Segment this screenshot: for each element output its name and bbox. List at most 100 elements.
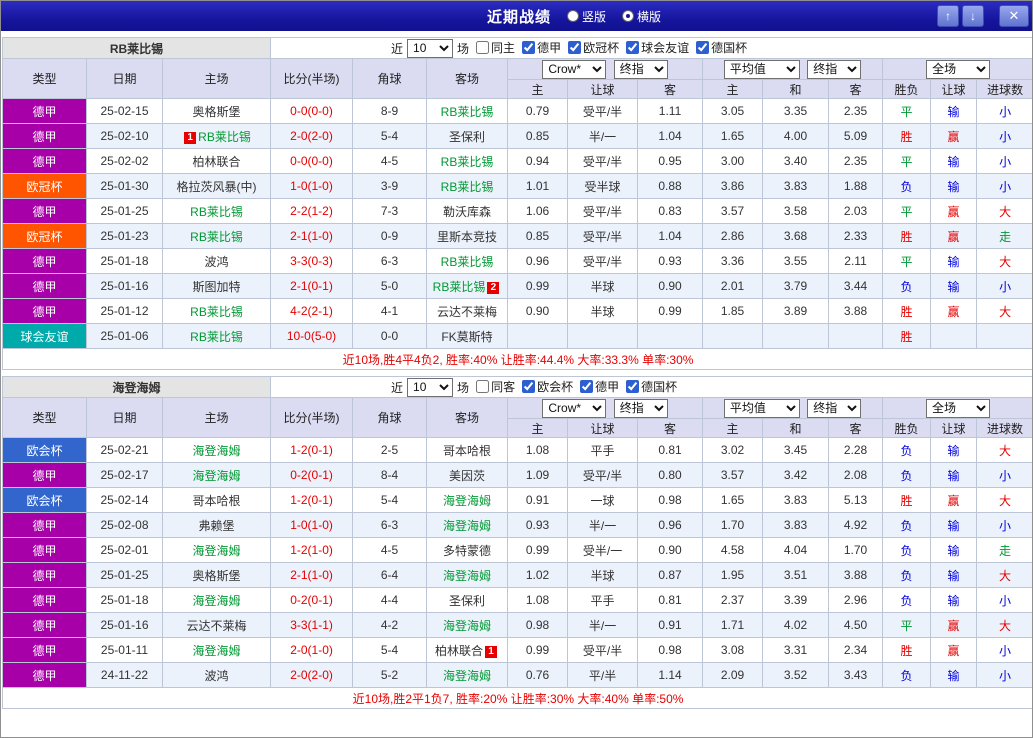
- team-label: 海登海姆: [443, 619, 491, 633]
- handicap-cell: 平手: [568, 438, 638, 463]
- avg-away-cell: 2.96: [829, 588, 883, 613]
- avg-home-cell: 3.05: [703, 99, 763, 124]
- away-odds-cell: 0.98: [638, 488, 703, 513]
- filter-checkbox[interactable]: [476, 41, 489, 54]
- avg-away-cell: 2.33: [829, 224, 883, 249]
- team-label: 哥本哈根: [193, 494, 241, 508]
- average-dropdown-cell: 平均值 终指: [703, 59, 883, 80]
- filter-checkbox[interactable]: [522, 380, 535, 393]
- filter-option[interactable]: 欧冠杯: [568, 39, 619, 56]
- team-label: 云达不莱梅: [437, 305, 497, 319]
- handicap-result-cell: 输: [931, 563, 977, 588]
- goals-result-cell: 大: [977, 563, 1033, 588]
- filter-option[interactable]: 德国杯: [626, 378, 677, 395]
- handicap-cell: 半球: [568, 563, 638, 588]
- avg-home-cell: 3.08: [703, 638, 763, 663]
- match-result-cell: 平: [883, 199, 931, 224]
- filter-checkbox[interactable]: [580, 380, 593, 393]
- team-label: RB莱比锡: [441, 105, 494, 119]
- filter-checkbox[interactable]: [626, 380, 639, 393]
- score-cell: 10-0(5-0): [271, 324, 353, 349]
- filter-option[interactable]: 德国杯: [696, 39, 747, 56]
- team-label: RB莱比锡: [441, 180, 494, 194]
- avg-draw-cell: 3.83: [763, 488, 829, 513]
- avg-draw-cell: 3.35: [763, 99, 829, 124]
- filter-checkbox-label: 德甲: [595, 378, 619, 395]
- filter-option[interactable]: 欧会杯: [522, 378, 573, 395]
- score-cell: 0-0(0-0): [271, 99, 353, 124]
- match-result-cell: 胜: [883, 299, 931, 324]
- home-odds-cell: 0.85: [508, 224, 568, 249]
- handicap-result-cell: 输: [931, 99, 977, 124]
- filter-checkbox-label: 欧冠杯: [583, 39, 619, 56]
- match-row: 德甲25-01-12RB莱比锡4-2(2-1)4-1云达不莱梅0.90半球0.9…: [3, 299, 1033, 324]
- avg-draw-cell: 3.68: [763, 224, 829, 249]
- odds-kind-select[interactable]: 终指: [614, 60, 668, 79]
- handicap-cell: 平手: [568, 588, 638, 613]
- home-team-cell: RB莱比锡: [163, 299, 271, 324]
- avg-kind-select[interactable]: 终指: [807, 399, 861, 418]
- away-odds-cell: 0.81: [638, 588, 703, 613]
- team-name: RB莱比锡: [3, 38, 271, 59]
- scope-select[interactable]: 全场: [926, 399, 990, 418]
- filter-checkbox[interactable]: [696, 41, 709, 54]
- odds-company-select[interactable]: Crow*: [542, 399, 606, 418]
- rows-body: 欧会杯25-02-21海登海姆1-2(0-1)2-5哥本哈根1.08平手0.81…: [3, 438, 1033, 688]
- away-team-cell: RB莱比锡: [427, 249, 508, 274]
- avg-draw-cell: 3.39: [763, 588, 829, 613]
- avg-draw-cell: 3.40: [763, 149, 829, 174]
- goals-result-cell: 大: [977, 613, 1033, 638]
- avg-away-cell: 2.11: [829, 249, 883, 274]
- avg-select[interactable]: 平均值: [724, 399, 800, 418]
- match-row: 德甲25-02-02柏林联合0-0(0-0)4-5RB莱比锡0.94受平/半0.…: [3, 149, 1033, 174]
- team-label: 波鸿: [205, 669, 229, 683]
- filter-checkbox[interactable]: [522, 41, 535, 54]
- avg-draw-cell: 3.42: [763, 463, 829, 488]
- home-odds-cell: 0.79: [508, 99, 568, 124]
- avg-away-cell: 3.88: [829, 563, 883, 588]
- scope-select[interactable]: 全场: [926, 60, 990, 79]
- filter-row: 海登海姆 近 10 场 同客欧会杯德甲德国杯: [3, 377, 1033, 398]
- move-up-button[interactable]: ↑: [937, 5, 959, 27]
- handicap-cell: 受平/半: [568, 249, 638, 274]
- filter-checkbox[interactable]: [568, 41, 581, 54]
- home-odds-cell: 0.96: [508, 249, 568, 274]
- match-result-cell: 胜: [883, 224, 931, 249]
- filter-option[interactable]: 同客: [476, 378, 515, 395]
- home-odds-cell: 1.08: [508, 438, 568, 463]
- filter-checkbox[interactable]: [626, 41, 639, 54]
- avg-home-cell: 2.86: [703, 224, 763, 249]
- filter-option[interactable]: 德甲: [580, 378, 619, 395]
- team-label: 多特蒙德: [443, 544, 491, 558]
- team-label: FK莫斯特: [441, 330, 492, 344]
- avg-home-cell: 1.70: [703, 513, 763, 538]
- date-cell: 25-02-21: [87, 438, 163, 463]
- sub-col-header: 胜负: [883, 80, 931, 99]
- away-odds-cell: 0.88: [638, 174, 703, 199]
- move-down-button[interactable]: ↓: [962, 5, 984, 27]
- avg-home-cell: [703, 324, 763, 349]
- away-team-cell: 柏林联合1: [427, 638, 508, 663]
- avg-home-cell: 1.71: [703, 613, 763, 638]
- filter-checkbox[interactable]: [476, 380, 489, 393]
- match-count-select[interactable]: 10: [407, 378, 453, 397]
- filter-option[interactable]: 德甲: [522, 39, 561, 56]
- filter-option[interactable]: 球会友谊: [626, 39, 689, 56]
- layout-radio-horizontal[interactable]: 横版: [622, 8, 661, 25]
- close-button[interactable]: ✕: [999, 5, 1029, 27]
- avg-home-cell: 1.95: [703, 563, 763, 588]
- score-cell: 2-1(0-1): [271, 274, 353, 299]
- avg-kind-select[interactable]: 终指: [807, 60, 861, 79]
- team-label: RB莱比锡: [441, 155, 494, 169]
- goals-result-cell: 小: [977, 274, 1033, 299]
- team-label: 海登海姆: [193, 644, 241, 658]
- layout-radio-vertical[interactable]: 竖版: [567, 8, 606, 25]
- filter-option[interactable]: 同主: [476, 39, 515, 56]
- score-cell: 4-2(2-1): [271, 299, 353, 324]
- odds-kind-select[interactable]: 终指: [614, 399, 668, 418]
- match-count-select[interactable]: 10: [407, 39, 453, 58]
- avg-select[interactable]: 平均值: [724, 60, 800, 79]
- sub-col-header: 和: [763, 419, 829, 438]
- team-label: 格拉茨风暴(中): [177, 180, 257, 194]
- odds-company-select[interactable]: Crow*: [542, 60, 606, 79]
